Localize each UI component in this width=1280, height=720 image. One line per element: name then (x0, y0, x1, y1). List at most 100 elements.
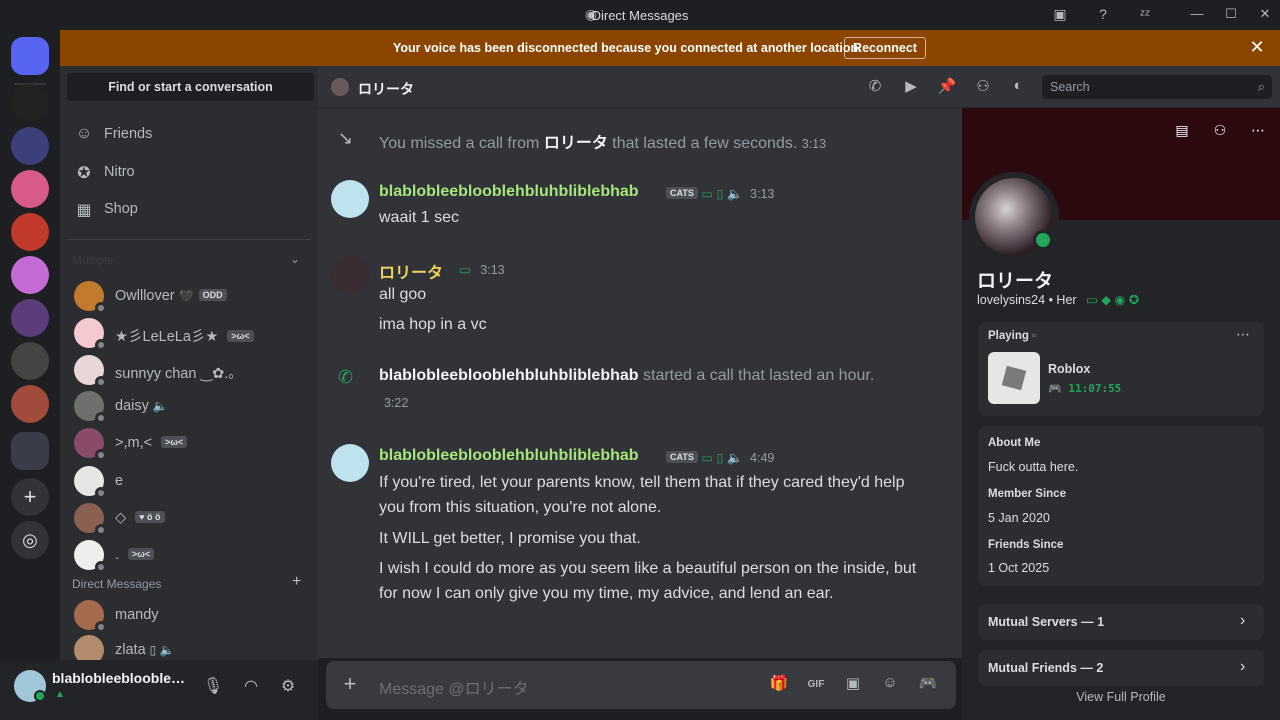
activity-card: Playing ▫ ⋯ Roblox 🎮 11:07:55 (978, 322, 1264, 416)
close-window-button[interactable]: ✕ (1255, 6, 1275, 24)
nav-nitro[interactable]: ✪ Nitro (68, 155, 310, 189)
emoji-icon[interactable]: ☺ (878, 674, 902, 696)
friend-item[interactable]: e (68, 463, 310, 499)
profile-username-line: lovelysins24 • Her ▭ ◆ ◉ ✪ (977, 293, 1140, 307)
search-input[interactable]: Search ⌕ (1042, 75, 1272, 99)
friend-item[interactable]: ★彡LeLeLa彡★ >ω< (68, 315, 310, 351)
reconnect-button[interactable]: Reconnect (844, 37, 926, 59)
nav-label: Nitro (104, 164, 135, 180)
about-card: About Me Fuck outta here. Member Since 5… (978, 426, 1264, 586)
status-indicator (95, 376, 107, 388)
chevron-right-icon: › (1240, 658, 1246, 675)
friend-item[interactable]: . >ω< (68, 537, 310, 573)
friend-item[interactable]: daisy 🔈 (68, 388, 310, 424)
server-icon-8[interactable] (11, 385, 49, 423)
mutual-friends-label: Mutual Friends — 2 (988, 661, 1104, 675)
author-name[interactable]: ロリータ (379, 259, 443, 283)
author-avatar[interactable] (331, 256, 369, 294)
sticker-icon[interactable]: ▣ (841, 674, 865, 696)
server-icon-3[interactable] (11, 170, 49, 208)
mutual-servers-row[interactable]: Mutual Servers — 1 › (978, 604, 1264, 640)
desktop-icon: ▭ (459, 263, 471, 277)
friend-name: daisy 🔈 (115, 398, 168, 414)
message-text: It WILL get better, I promise you that. (379, 530, 641, 547)
author-name[interactable]: blablobleeblooblehbluhbliblebhab (379, 447, 639, 465)
user-profile-icon[interactable]: ◐ (1007, 77, 1029, 97)
dm-sidebar: Find or start a conversation ☺ Friends ✪… (60, 66, 318, 720)
author-avatar[interactable] (331, 444, 369, 482)
settings-gear-icon[interactable]: ⚙ (277, 676, 299, 698)
status-indicator (95, 524, 107, 536)
voice-call-icon[interactable]: ✆ (864, 77, 886, 97)
nav-label: Shop (104, 201, 138, 217)
view-full-profile-link[interactable]: View Full Profile (962, 690, 1280, 704)
inbox-icon[interactable]: ▣ (1050, 6, 1070, 24)
friend-item[interactable]: ◇ ♥ ö ö (68, 500, 310, 536)
clan-tag: >ω< (227, 330, 254, 342)
friend-item[interactable]: Owlllover 🖤 ODD (68, 278, 310, 314)
create-dm-icon[interactable]: + (292, 573, 301, 591)
mutual-servers-label: Mutual Servers — 1 (988, 615, 1105, 629)
chat-header: ロリータ ✆ ▶ 📌 ⚇ ◐ Search ⌕ (318, 66, 1280, 108)
gift-icon[interactable]: 🎁 (767, 674, 791, 696)
gif-icon[interactable]: GIF (804, 674, 828, 696)
server-icon-1[interactable] (11, 84, 49, 122)
friends-icon: ☺ (75, 125, 93, 142)
pin-icon[interactable]: 📌 (936, 77, 958, 97)
timestamp: 3:13 (801, 137, 827, 151)
badges-icon: ▭ ◆ ◉ ✪ (1086, 293, 1140, 307)
help-icon[interactable]: ? (1093, 6, 1113, 24)
friend-item[interactable]: >,m,< >ω< (68, 425, 310, 461)
clan-tag: >ω< (161, 436, 188, 448)
call-started-icon: ✆ (338, 367, 354, 387)
author-name[interactable]: blablobleeblooblehbluhbliblebhab (379, 183, 639, 201)
playing-label: Playing ▫ (988, 330, 1037, 342)
add-attachment-icon[interactable]: + (338, 672, 362, 696)
status-indicator (95, 412, 107, 424)
add-friends-to-dm-icon[interactable]: ⚇ (972, 77, 994, 97)
member-since-date: 5 Jan 2020 (988, 511, 1050, 525)
sleep-icon[interactable]: ᶻᶻ (1135, 6, 1155, 24)
server-folder-icon[interactable] (11, 432, 49, 470)
activity-more-icon[interactable]: ⋯ (1236, 326, 1250, 343)
nav-shop[interactable]: ▦ Shop (68, 192, 310, 226)
microphone-icon[interactable]: 🎙 (202, 676, 224, 698)
nav-friends[interactable]: ☺ Friends (68, 117, 310, 151)
clan-tag: ♥ ö ö (135, 511, 165, 523)
close-notice-icon[interactable]: ✕ (1247, 37, 1267, 57)
server-icon-6[interactable] (11, 299, 49, 337)
mutual-friends-row[interactable]: Mutual Friends — 2 › (978, 650, 1264, 686)
server-icon-7[interactable] (11, 342, 49, 380)
find-conversation-button[interactable]: Find or start a conversation (67, 73, 314, 101)
video-call-icon[interactable]: ▶ (900, 77, 922, 97)
notes-icon[interactable]: ▤ (1171, 122, 1193, 144)
desktop-icon: ▭ ▯ (701, 451, 724, 465)
friend-name: sunnyy chan ‿✿.｡ (115, 366, 236, 382)
add-friend-icon[interactable]: ⚇ (1209, 122, 1231, 144)
friend-name: . >ω< (115, 547, 155, 563)
home-dm-icon[interactable] (11, 37, 49, 75)
add-server-icon[interactable]: + (11, 478, 49, 516)
activity-icon: ▲ (55, 689, 65, 700)
server-icon-5[interactable] (11, 256, 49, 294)
chevron-down-icon[interactable]: ⌄ (290, 252, 300, 266)
system-text: started a call that lasted an hour. (643, 367, 875, 384)
minimize-button[interactable]: — (1187, 6, 1207, 24)
dm-item[interactable]: mandy (68, 597, 310, 633)
more-options-icon[interactable]: ⋯ (1247, 122, 1269, 144)
server-icon-4[interactable] (11, 213, 49, 251)
profile-avatar[interactable] (969, 172, 1059, 262)
activities-icon[interactable]: 🎮 (916, 674, 940, 696)
server-icon-socialize[interactable] (11, 127, 49, 165)
friend-name: Owlllover 🖤 ODD (115, 288, 227, 304)
maximize-button[interactable]: ☐ (1221, 6, 1241, 24)
friend-item[interactable]: sunnyy chan ‿✿.｡ (68, 352, 310, 388)
status-indicator (95, 487, 107, 499)
message-composer[interactable]: + Message @ロリータ 🎁 GIF ▣ ☺ 🎮 (326, 661, 956, 709)
speaker-icon: 🔈 (726, 187, 743, 201)
timestamp: 3:22 (384, 396, 409, 410)
discover-icon[interactable]: ◎ (11, 521, 49, 559)
headphones-icon[interactable]: ◠ (240, 676, 262, 698)
missed-call-icon: ↘ (338, 128, 354, 148)
author-avatar[interactable] (331, 180, 369, 218)
